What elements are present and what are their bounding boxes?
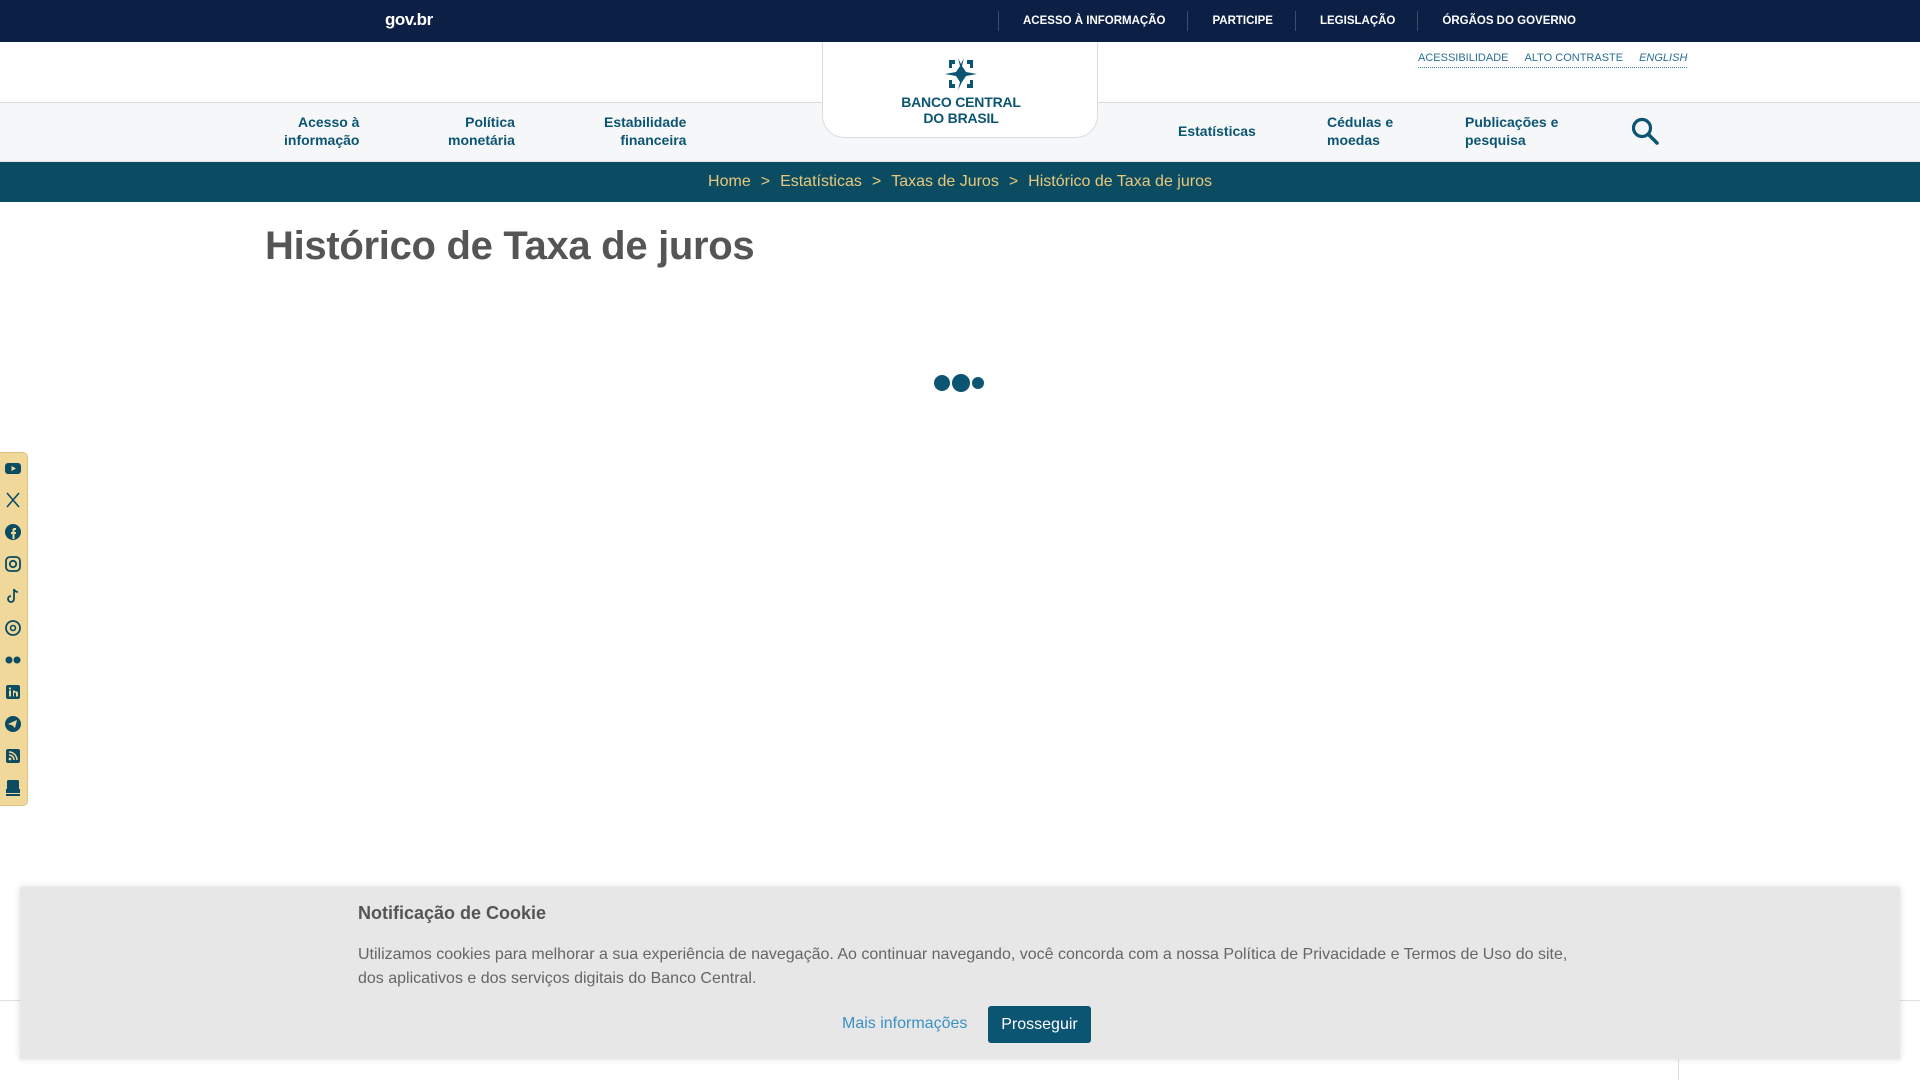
instagram-icon[interactable] <box>4 555 22 573</box>
cookie-text: Utilizamos cookies para melhorar a sua e… <box>358 946 1568 987</box>
loading-dot <box>952 374 970 392</box>
breadcrumb-taxas-juros[interactable]: Taxas de Juros <box>891 173 999 191</box>
nav-label-line: Publicações e <box>1465 114 1559 130</box>
cookie-notice: Notificação de Cookie Utilizamos cookies… <box>20 887 1900 1059</box>
nav-acesso-informacao[interactable]: Acesso à informação <box>284 113 359 149</box>
accessibility-link[interactable]: ACESSIBILIDADE <box>1418 52 1508 64</box>
bcb-logo[interactable]: BANCO CENTRAL DO BRASIL <box>822 42 1098 138</box>
nav-label-line: pesquisa <box>1465 132 1526 148</box>
threads-icon[interactable] <box>4 619 22 637</box>
bcb-logo-text: BANCO CENTRAL DO BRASIL <box>823 94 1099 126</box>
bcb-emblem-icon <box>945 58 977 90</box>
nav-label-line: Acesso à <box>297 114 360 130</box>
gov-link-acesso-informacao[interactable]: ACESSO À INFORMAÇÃO <box>998 11 1187 31</box>
breadcrumb-current: Histórico de Taxa de juros <box>1028 173 1212 190</box>
nav-label-line: monetária <box>448 132 515 148</box>
high-contrast-link[interactable]: ALTO CONTRASTE <box>1524 52 1623 64</box>
nav-label-line: Cédulas e <box>1327 114 1394 130</box>
nav-label-line: financeira <box>620 132 687 148</box>
cookie-title: Notificação de Cookie <box>358 903 547 923</box>
youtube-icon[interactable] <box>4 459 22 477</box>
gov-links: ACESSO À INFORMAÇÃO PARTICIPE LEGISLAÇÃO… <box>998 0 1598 42</box>
gov-link-legislacao[interactable]: LEGISLAÇÃO <box>1294 11 1417 31</box>
breadcrumb-estatisticas[interactable]: Estatísticas <box>780 173 862 191</box>
gov-link-orgaos-governo[interactable]: ÓRGÃOS DO GOVERNO <box>1417 11 1598 31</box>
english-link[interactable]: ENGLISH <box>1639 52 1687 64</box>
loading-indicator <box>934 374 984 392</box>
loading-dot <box>934 375 950 391</box>
loading-dot <box>972 377 984 389</box>
nav-politica-monetaria[interactable]: Política monetária <box>448 113 515 149</box>
breadcrumb-separator: > <box>760 173 771 190</box>
facebook-icon[interactable] <box>4 523 22 541</box>
flickr-icon[interactable] <box>4 651 22 669</box>
breadcrumb: Home > Estatísticas > Taxas de Juros > H… <box>0 162 1920 202</box>
govbr-logo[interactable]: gov.br <box>385 10 433 30</box>
page-title: Histórico de Taxa de juros <box>265 224 755 268</box>
search-icon[interactable] <box>1630 116 1660 146</box>
nav-estabilidade-financeira[interactable]: Estabilidade financeira <box>604 113 686 149</box>
gov-bar: gov.br ACESSO À INFORMAÇÃO PARTICIPE LEG… <box>0 0 1920 42</box>
nav-label-line: Estabilidade <box>604 114 687 130</box>
social-sidebar <box>0 452 28 806</box>
nav-label-line: moedas <box>1327 132 1380 148</box>
nav-estatisticas[interactable]: Estatísticas <box>1178 122 1256 140</box>
utility-links: ACESSIBILIDADE ALTO CONTRASTE ENGLISH <box>1418 52 1688 68</box>
linkedin-icon[interactable] <box>4 683 22 701</box>
cookie-more-info-link[interactable]: Mais informações <box>842 1015 967 1033</box>
nav-label-line: Estatísticas <box>1178 123 1256 139</box>
nav-publicacoes-pesquisa[interactable]: Publicações e pesquisa <box>1465 113 1558 149</box>
news-icon[interactable] <box>4 779 22 797</box>
brand-line-1: BANCO CENTRAL <box>901 94 1021 110</box>
tiktok-icon[interactable] <box>4 587 22 605</box>
brand-line-2: DO BRASIL <box>923 110 999 126</box>
breadcrumb-home[interactable]: Home <box>708 173 751 191</box>
cookie-accept-button[interactable]: Prosseguir <box>988 1006 1091 1043</box>
nav-label-line: Política <box>465 114 515 130</box>
gov-link-participe[interactable]: PARTICIPE <box>1187 11 1295 31</box>
nav-label-line: informação <box>284 132 360 148</box>
telegram-icon[interactable] <box>4 715 22 733</box>
breadcrumb-separator: > <box>871 173 882 190</box>
breadcrumb-separator: > <box>1008 173 1019 190</box>
x-icon[interactable] <box>4 491 22 509</box>
rss-icon[interactable] <box>4 747 22 765</box>
nav-cedulas-moedas[interactable]: Cédulas e moedas <box>1327 113 1393 149</box>
